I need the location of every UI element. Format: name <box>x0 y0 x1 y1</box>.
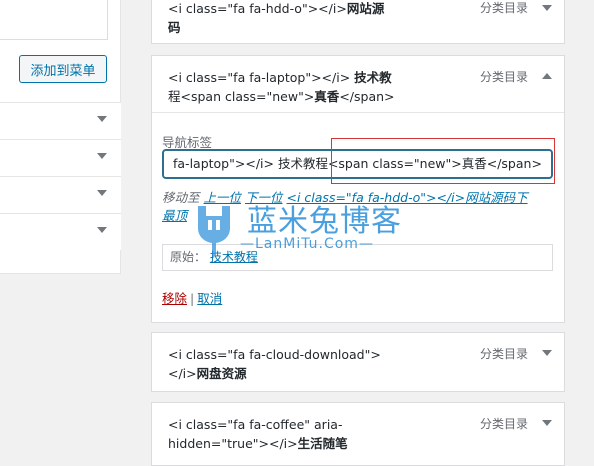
original-link-box: 原始： 技术教程 <box>162 244 553 271</box>
nav-label-input[interactable]: fa-laptop"></i> 技术教程<span class="new">真香… <box>162 149 553 179</box>
cancel-link[interactable]: 取消 <box>197 291 222 306</box>
move-up-link[interactable]: 上一位 <box>204 190 242 205</box>
menu-item-hdd[interactable]: <i class="fa fa-hdd-o"></i>网站源 码 分类目录 <box>151 0 565 44</box>
menu-item-type: 分类目录 <box>479 347 528 361</box>
accordion-section-1[interactable] <box>0 102 121 139</box>
menu-item-title-code: <i class="fa fa-laptop"></i> <box>168 70 355 85</box>
menu-item-title-bold-2: 码 <box>168 20 181 35</box>
chevron-down-icon[interactable] <box>542 420 552 426</box>
chevron-down-icon[interactable] <box>542 5 552 11</box>
menu-item-type: 分类目录 <box>479 417 528 431</box>
chevron-down-icon <box>97 190 107 196</box>
item-actions: 移除 | 取消 <box>162 288 222 307</box>
chevron-up-icon[interactable] <box>542 73 552 79</box>
menu-item-title-bold: 网盘资源 <box>196 366 247 381</box>
menu-item-title-code-2: </i> <box>168 366 197 381</box>
accordion-section-3[interactable] <box>0 176 121 213</box>
menu-item-title-code: <i class="fa fa-hdd-o"></i> <box>168 1 347 16</box>
move-top-link[interactable]: 最顶 <box>162 208 187 223</box>
menu-item-title-code: <i class="fa fa-coffee" aria- <box>168 417 343 432</box>
menu-sources-panel: 添加到菜单 <box>0 0 121 274</box>
menu-item-type: 分类目录 <box>479 70 528 84</box>
move-actions: 移动至 上一位 下一位 <i class="fa fa-hdd-o"></i>网… <box>162 189 542 225</box>
chevron-down-icon <box>97 116 107 122</box>
menu-item-type: 分类目录 <box>479 1 528 15</box>
menu-item-laptop: <i class="fa fa-laptop"></i> 技术教 程<span … <box>151 55 565 323</box>
accordion-section-4[interactable] <box>0 213 121 250</box>
chevron-down-icon[interactable] <box>542 350 552 356</box>
chevron-down-icon <box>97 153 107 159</box>
menu-item-title-code-2: hidden="true"></i> <box>168 436 298 451</box>
add-to-menu-button[interactable]: 添加到菜单 <box>19 55 107 83</box>
menu-item-title-bold: 网站源 <box>346 1 385 16</box>
menu-item-title-bold: 生活随笔 <box>297 436 348 451</box>
original-link[interactable]: 技术教程 <box>210 250 258 264</box>
divider <box>152 112 564 113</box>
menu-item-title-bold: 技术教 <box>354 70 392 85</box>
items-checklist-box <box>0 0 108 40</box>
original-label: 原始： <box>170 250 207 264</box>
accordion-section-2[interactable] <box>0 139 121 176</box>
menu-item-title-code: <i class="fa fa-cloud-download"> <box>168 347 381 362</box>
menu-item-title: <i class="fa fa-coffee" aria- hidden="tr… <box>168 415 468 453</box>
menu-item-cloud-download[interactable]: <i class="fa fa-cloud-download"> </i>网盘资… <box>151 332 565 392</box>
menu-item-title-bold-2: 真香 <box>314 89 340 104</box>
move-down-link[interactable]: 下一位 <box>245 190 283 205</box>
menu-item-title[interactable]: <i class="fa fa-laptop"></i> 技术教 程<span … <box>168 68 468 106</box>
menu-item-coffee[interactable]: <i class="fa fa-coffee" aria- hidden="tr… <box>151 402 565 466</box>
chevron-down-icon <box>97 227 107 233</box>
remove-link[interactable]: 移除 <box>162 291 187 306</box>
menu-item-title: <i class="fa fa-cloud-download"> </i>网盘资… <box>168 345 468 383</box>
move-under-link[interactable]: <i class="fa fa-hdd-o"></i>网站源码下 <box>287 190 528 205</box>
action-separator: | <box>190 291 195 306</box>
menu-item-title-code-3: </span> <box>339 89 395 104</box>
move-prefix: 移动至 <box>162 190 200 205</box>
menu-item-title-code-2: 程<span class="new"> <box>168 89 315 104</box>
menu-item-title: <i class="fa fa-hdd-o"></i>网站源 码 <box>168 0 468 37</box>
